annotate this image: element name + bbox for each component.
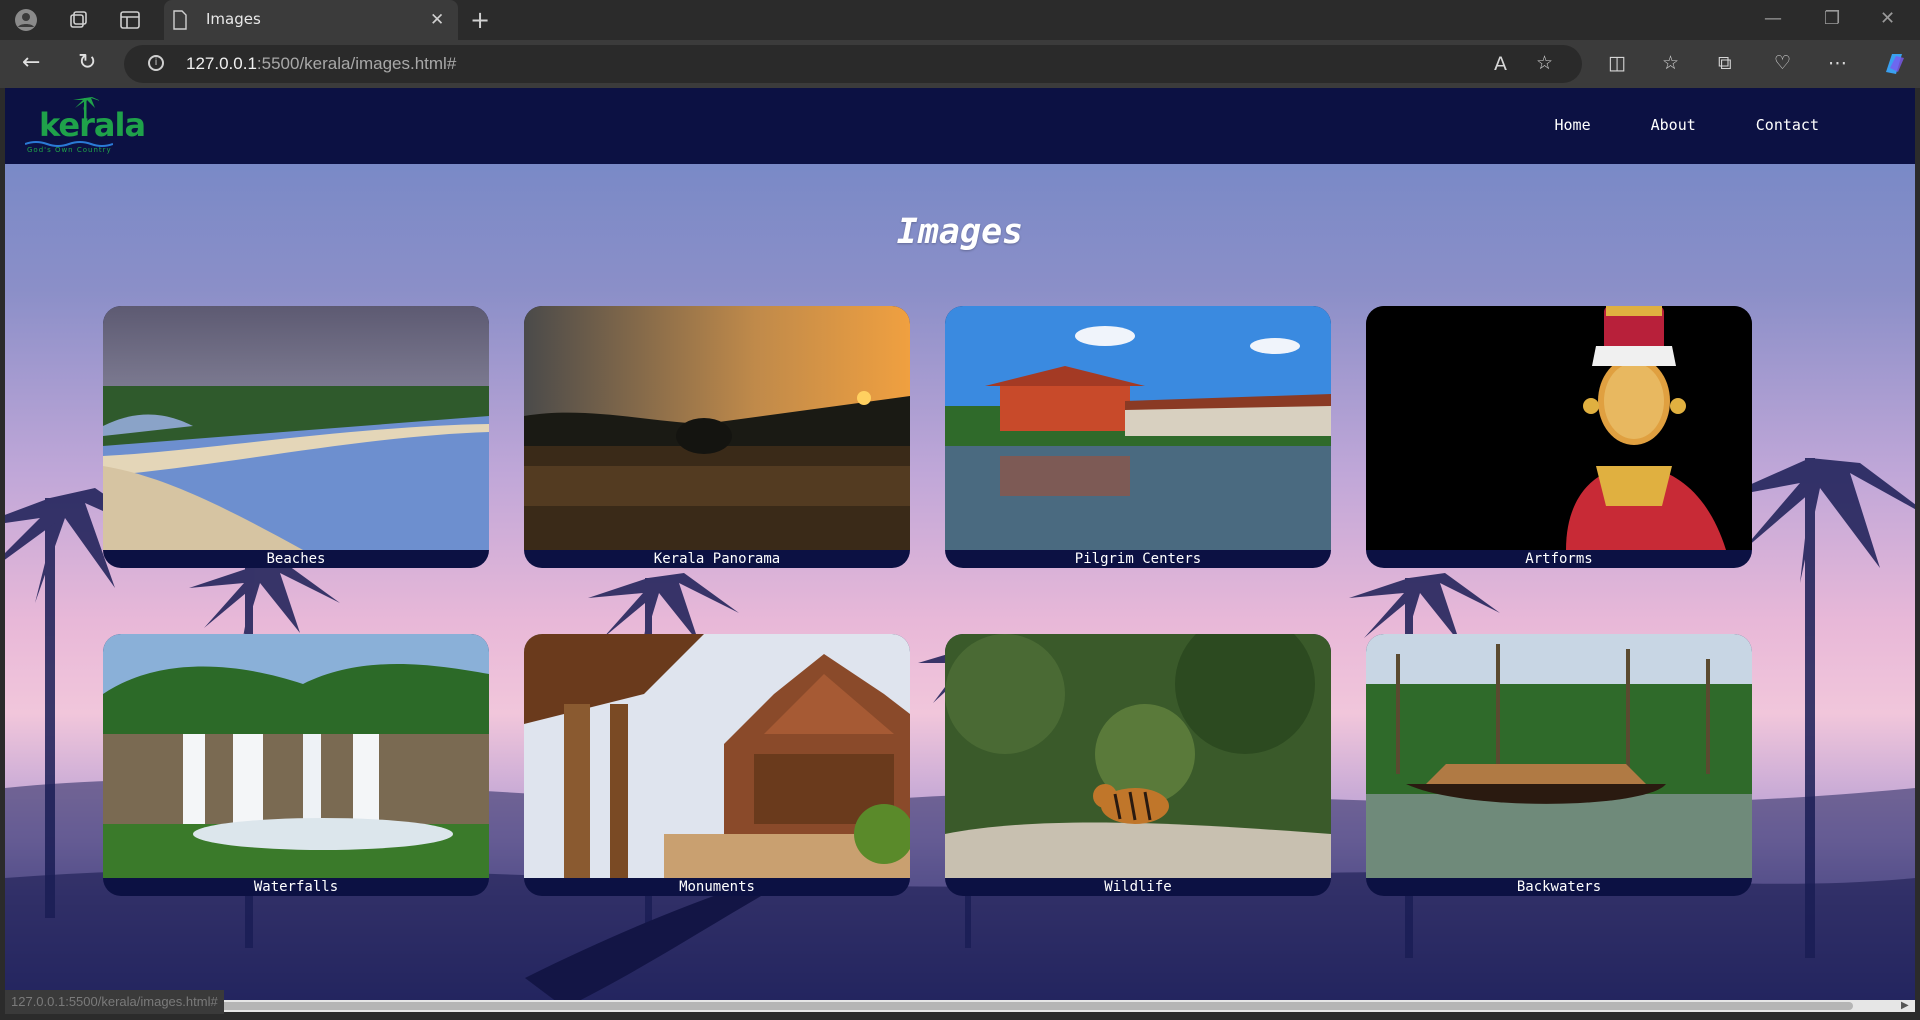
waterfalls-image xyxy=(103,634,489,878)
scroll-right-icon[interactable]: ▶ xyxy=(1901,1000,1909,1011)
card-label: Wildlife xyxy=(1104,879,1172,895)
url-field[interactable]: i 127.0.0.1:5500/kerala/images.html# A ☆ xyxy=(124,45,1582,83)
url-host: 127.0.0.1 xyxy=(186,54,257,73)
favorites-icon[interactable]: ☆ xyxy=(1662,52,1679,74)
page-viewport: kerala God's Own Country Home About Cont… xyxy=(5,88,1915,1008)
page-heading: Images xyxy=(896,212,1024,252)
url-path: :5500/kerala/images.html# xyxy=(256,54,457,73)
nav-about-link[interactable]: About xyxy=(1651,116,1696,134)
tab-title: Images xyxy=(206,10,261,28)
restore-icon[interactable]: ❐ xyxy=(1824,8,1840,29)
new-tab-icon[interactable]: + xyxy=(470,6,490,34)
kerala-panorama-image xyxy=(524,306,910,550)
gallery-card-monuments[interactable]: Monuments xyxy=(524,634,910,896)
page-icon xyxy=(173,10,187,30)
logo-tagline: God's Own Country xyxy=(27,146,112,154)
nav-contact-link[interactable]: Contact xyxy=(1756,116,1819,134)
nav-menu: Home About Contact xyxy=(1555,116,1820,134)
nav-home-link[interactable]: Home xyxy=(1555,116,1591,134)
card-label: Beaches xyxy=(266,551,326,567)
gallery-card-beaches[interactable]: Beaches xyxy=(103,306,489,568)
scrollbar-thumb[interactable] xyxy=(23,1002,1853,1010)
gallery-card-wildlife[interactable]: Wildlife xyxy=(945,634,1331,896)
monuments-image xyxy=(524,634,910,878)
close-window-icon[interactable]: ✕ xyxy=(1880,8,1895,29)
read-aloud-icon[interactable]: A xyxy=(1494,53,1507,75)
gallery-card-pilgrim-centers[interactable]: Pilgrim Centers xyxy=(945,306,1331,568)
card-label: Pilgrim Centers xyxy=(1074,551,1202,567)
back-icon[interactable]: ← xyxy=(22,50,40,75)
pilgrim-centers-image xyxy=(945,306,1331,550)
beaches-image xyxy=(103,306,489,550)
card-label: Waterfalls xyxy=(253,879,339,895)
workspaces-icon[interactable] xyxy=(66,8,90,32)
card-label: Monuments xyxy=(679,879,755,895)
image-gallery: Beaches Kerala Panorama Pilgrim Centers … xyxy=(103,306,1752,896)
gallery-card-backwaters[interactable]: Backwaters xyxy=(1366,634,1752,896)
gallery-card-kerala-panorama[interactable]: Kerala Panorama xyxy=(524,306,910,568)
minimize-icon[interactable]: — xyxy=(1764,8,1782,29)
favorite-star-icon[interactable]: ☆ xyxy=(1536,52,1553,74)
artforms-image xyxy=(1366,306,1752,550)
split-screen-icon[interactable]: ◫ xyxy=(1608,52,1626,74)
kerala-logo[interactable]: kerala God's Own Country xyxy=(21,90,146,160)
status-bar-url: 127.0.0.1:5500/kerala/images.html# xyxy=(5,990,224,1014)
card-label: Backwaters xyxy=(1516,879,1602,895)
card-label: Kerala Panorama xyxy=(653,551,781,567)
wildlife-image xyxy=(945,634,1331,878)
logo-text: kerala xyxy=(39,106,146,144)
site-navbar: kerala God's Own Country Home About Cont… xyxy=(5,88,1915,164)
copilot-icon[interactable] xyxy=(1880,50,1908,78)
card-label: Artforms xyxy=(1525,551,1593,567)
collections-icon[interactable]: ⧉ xyxy=(1718,52,1732,74)
browser-essentials-icon[interactable]: ♡ xyxy=(1774,52,1791,74)
address-bar: ← ↻ i 127.0.0.1:5500/kerala/images.html#… xyxy=(0,40,1920,88)
backwaters-image xyxy=(1366,634,1752,878)
gallery-card-artforms[interactable]: Artforms xyxy=(1366,306,1752,568)
url-text[interactable]: 127.0.0.1:5500/kerala/images.html# xyxy=(186,54,456,74)
more-menu-icon[interactable]: ⋯ xyxy=(1828,52,1847,74)
site-info-icon[interactable]: i xyxy=(148,55,164,71)
close-tab-icon[interactable]: ✕ xyxy=(430,10,444,30)
profile-icon[interactable] xyxy=(14,8,38,32)
tab-actions-icon[interactable] xyxy=(118,8,142,32)
browser-tab-bar: Images ✕ + — ❐ ✕ xyxy=(0,0,1920,40)
horizontal-scrollbar[interactable]: ◀ ▶ xyxy=(5,1000,1915,1012)
gallery-card-waterfalls[interactable]: Waterfalls xyxy=(103,634,489,896)
refresh-icon[interactable]: ↻ xyxy=(78,50,96,75)
